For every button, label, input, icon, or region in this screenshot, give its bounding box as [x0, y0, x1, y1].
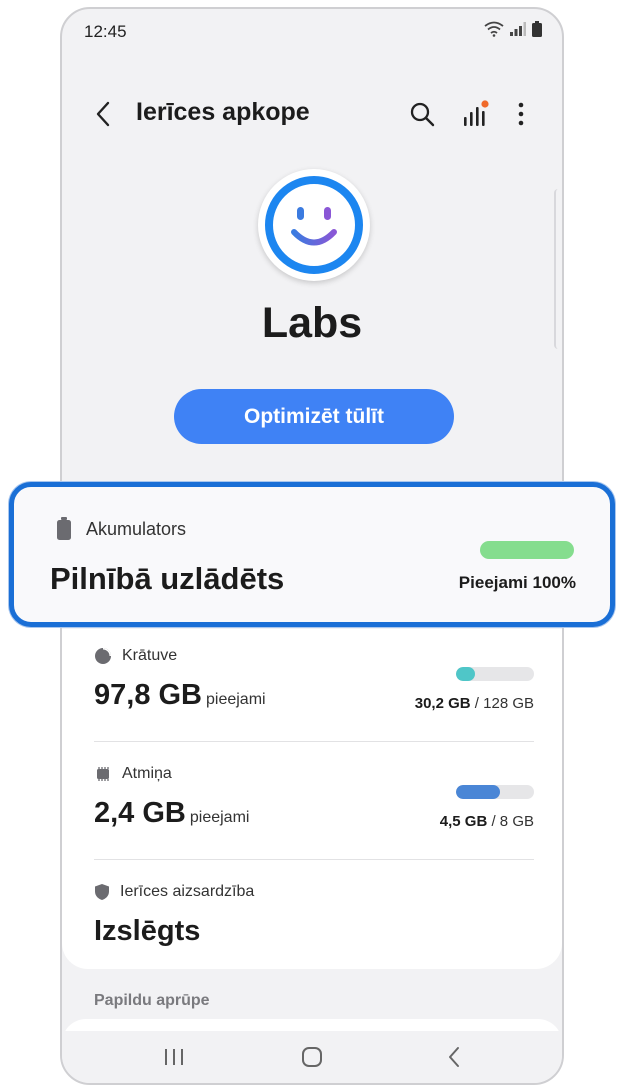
app-bar: Ierīces apkope — [62, 84, 562, 144]
more-options-button[interactable] — [503, 94, 539, 134]
extra-care-title: Papildu aprūpe — [94, 992, 210, 1009]
storage-label: Krātuve — [122, 647, 178, 664]
storage-usage-bar — [456, 667, 534, 681]
status-bar: 12:45 — [62, 9, 562, 55]
storage-used: 30,2 GB — [414, 695, 471, 712]
battery-status-icon — [532, 21, 542, 37]
storage-value: 97,8 GB — [94, 679, 202, 711]
shield-icon — [95, 884, 109, 900]
memory-usage-fill — [456, 785, 500, 799]
back-button[interactable] — [88, 94, 118, 134]
memory-stats: 4,5 GB / 8 GB — [440, 813, 534, 830]
protection-row[interactable]: Ierīces aizsardzība Izslēgts — [94, 883, 534, 963]
status-cards: Krātuve 97,8 GB pieejami 30,2 GB / 128 GB… — [62, 629, 562, 969]
battery-icon — [57, 517, 71, 540]
protection-label: Ierīces aizsardzība — [120, 883, 255, 900]
status-time: 12:45 — [84, 22, 127, 41]
battery-level-bar — [480, 541, 574, 559]
battery-label: Akumulators — [86, 518, 187, 539]
protection-label-row: Ierīces aizsardzība — [94, 883, 534, 901]
storage-total: / 128 GB — [474, 695, 534, 712]
storage-label-row: Krātuve — [94, 647, 534, 665]
memory-total: / 8 GB — [491, 813, 534, 830]
notification-dot — [481, 100, 489, 108]
more-vert-icon — [518, 102, 524, 126]
diagnostics-button[interactable] — [457, 94, 493, 134]
divider — [94, 859, 534, 860]
home-icon — [302, 1047, 322, 1067]
back-icon — [96, 101, 110, 127]
recents-icon — [165, 1049, 183, 1065]
storage-usage-fill — [456, 667, 475, 681]
back-icon — [449, 1047, 459, 1067]
storage-row[interactable]: Krātuve 97,8 GB pieejami 30,2 GB / 128 GB — [94, 647, 534, 747]
battery-label-row: Akumulators — [56, 517, 186, 541]
protection-status: Izslēgts — [94, 915, 201, 947]
memory-label-row: Atmiņa — [94, 765, 534, 783]
device-status-avatar — [258, 169, 370, 281]
divider — [94, 741, 534, 742]
status-icons — [484, 21, 542, 37]
navigation-bar — [62, 1031, 562, 1083]
signal-icon — [510, 22, 526, 36]
memory-row[interactable]: Atmiņa 2,4 GB pieejami 4,5 GB / 8 GB — [94, 765, 534, 865]
battery-card-highlight[interactable]: Akumulators Pilnībā uzlādēts Pieejami 10… — [9, 482, 615, 627]
storage-value-suffix: pieejami — [206, 691, 266, 708]
memory-usage-bar — [456, 785, 534, 799]
memory-label: Atmiņa — [122, 765, 172, 782]
memory-used: 4,5 GB — [439, 813, 488, 830]
recents-button[interactable] — [154, 1041, 194, 1073]
page-title: Ierīces apkope — [136, 98, 310, 126]
battery-status: Pilnībā uzlādēts — [50, 561, 285, 596]
battery-available: Pieejami 100% — [458, 573, 576, 592]
signal-chart-icon — [464, 100, 489, 126]
memory-value: 2,4 GB — [94, 797, 186, 829]
nav-back-button[interactable] — [434, 1041, 474, 1073]
search-icon — [410, 102, 435, 127]
device-name: Labs — [261, 299, 363, 347]
home-button[interactable] — [292, 1041, 332, 1073]
wifi-icon — [484, 21, 504, 37]
pie-chart-icon — [95, 648, 111, 664]
smiley-face-icon — [265, 176, 363, 274]
search-button[interactable] — [404, 94, 440, 134]
memory-chip-icon — [97, 767, 109, 781]
storage-stats: 30,2 GB / 128 GB — [415, 695, 534, 712]
optimize-now-button[interactable]: Optimizēt tūlīt — [174, 389, 454, 444]
memory-value-suffix: pieejami — [189, 809, 250, 826]
